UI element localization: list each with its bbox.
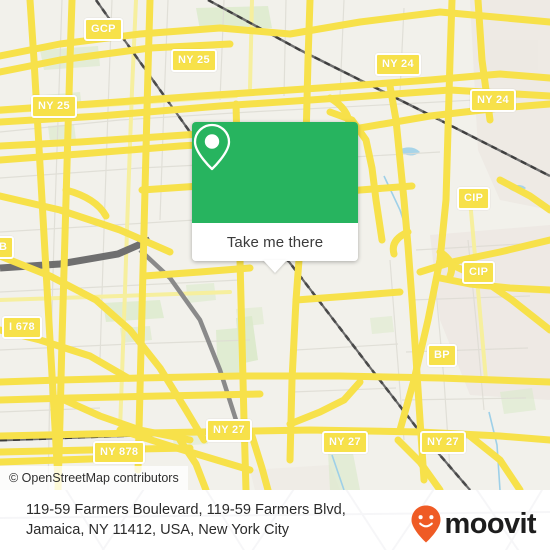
map-shield-cip-a: CIP xyxy=(457,187,491,210)
popup-tail-arrow xyxy=(263,260,287,273)
map-shield-i678: I 678 xyxy=(2,316,42,339)
map-shield-cip-b: CIP xyxy=(462,261,496,284)
moovit-wordmark: moovit xyxy=(444,507,537,540)
map-shield-ny878: NY 878 xyxy=(93,441,146,464)
moovit-smiley-pin-icon xyxy=(411,505,441,543)
osm-attribution-label: © OpenStreetMap contributors xyxy=(9,471,179,485)
map-shield-gcp: GCP xyxy=(84,18,123,41)
map-shield-ny25-b: NY 25 xyxy=(31,95,77,118)
moovit-logo[interactable]: moovit xyxy=(410,504,537,544)
map-canvas[interactable]: .rd { fill:none; stroke:#f7e14a; stroke-… xyxy=(0,0,550,490)
map-shield-ny24-a: NY 24 xyxy=(375,53,421,76)
popup-header xyxy=(192,122,358,223)
map-shield-bp: BP xyxy=(427,344,457,367)
map-shield-ny27-a: NY 27 xyxy=(206,419,252,442)
map-shield-ny27-b: NY 27 xyxy=(322,431,368,454)
map-shield-clipped: B xyxy=(0,236,15,259)
map-pin-icon xyxy=(193,123,231,171)
address-text: 119-59 Farmers Boulevard, 119-59 Farmers… xyxy=(26,502,346,538)
map-shield-ny25-a: NY 25 xyxy=(171,49,217,72)
osm-attribution[interactable]: © OpenStreetMap contributors xyxy=(0,466,188,490)
take-me-there-label: Take me there xyxy=(226,233,324,251)
moovit-map-screenshot: .rd { fill:none; stroke:#f7e14a; stroke-… xyxy=(0,0,550,550)
map-shield-ny24-b: NY 24 xyxy=(470,89,516,112)
location-popup[interactable]: Take me there xyxy=(192,122,358,273)
map-shield-ny27-c: NY 27 xyxy=(420,431,466,454)
popup-footer[interactable]: Take me there xyxy=(192,223,358,261)
bottom-info-panel: 119-59 Farmers Boulevard, 119-59 Farmers… xyxy=(0,490,550,550)
